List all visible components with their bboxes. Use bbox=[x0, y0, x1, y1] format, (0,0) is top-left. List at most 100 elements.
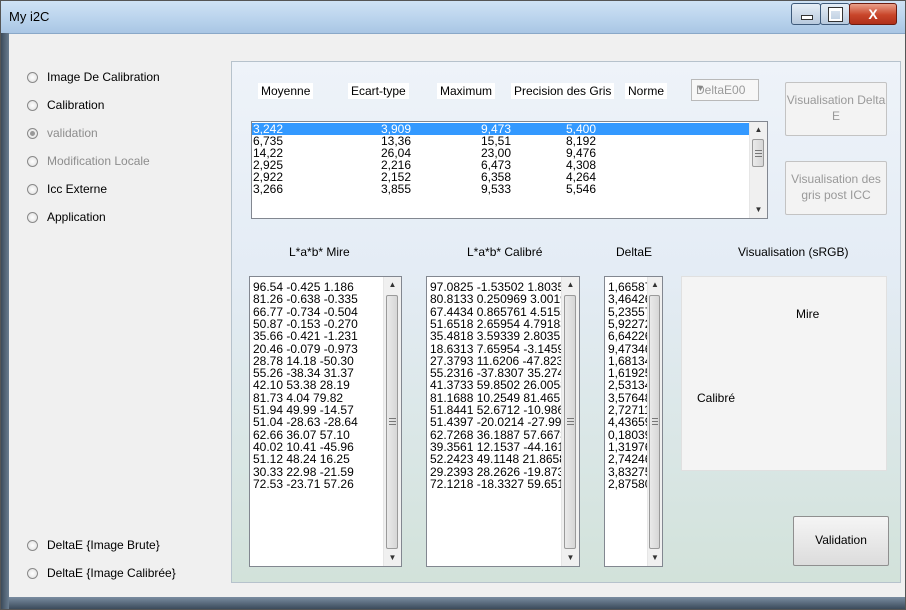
lab-mire-scrollbar[interactable]: ▲ ▼ bbox=[383, 277, 401, 566]
maximize-button[interactable] bbox=[820, 3, 850, 25]
window-frame-bottom bbox=[9, 597, 905, 609]
header-norme: Norme bbox=[625, 83, 668, 99]
radio-label: Image De Calibration bbox=[47, 70, 160, 84]
scroll-thumb[interactable] bbox=[649, 295, 660, 549]
header-ecart-type: Ecart-type bbox=[348, 83, 409, 99]
text-line: 3,57648 bbox=[608, 390, 652, 405]
stats-row[interactable]: 3,266 3,855 9,533 5,546 bbox=[252, 183, 750, 195]
text-line: 55.26 -38.34 31.37 bbox=[253, 366, 354, 381]
text-line: 2,72711 bbox=[608, 403, 651, 417]
stats-cell: 5,546 bbox=[566, 182, 597, 196]
app-window: My i2C X Image De Calibration Calibratio… bbox=[0, 0, 906, 610]
maximize-icon bbox=[828, 7, 843, 22]
text-line: 52.2423 49.1148 21.8658 bbox=[430, 452, 566, 467]
stats-cell: 9,533 bbox=[481, 182, 512, 196]
text-line: 40.02 10.41 -45.96 bbox=[253, 439, 354, 454]
text-line: 62.66 36.07 57.10 bbox=[253, 427, 350, 442]
radio-label: Modification Locale bbox=[47, 154, 150, 168]
text-line: 81.73 4.04 79.82 bbox=[253, 390, 344, 405]
radio-label: validation bbox=[47, 126, 98, 140]
minimize-button[interactable] bbox=[791, 3, 821, 25]
norme-select[interactable]: DeltaE00 ▼ bbox=[691, 79, 759, 101]
radio-icon bbox=[27, 539, 38, 551]
text-line: 51.04 -28.63 -28.64 bbox=[253, 415, 358, 430]
text-line: 55.2316 -37.8307 35.2743 bbox=[430, 366, 571, 381]
validation-button[interactable]: Validation bbox=[793, 516, 889, 566]
text-line: 39.3561 12.1537 -44.1615 bbox=[430, 439, 571, 454]
text-line: 51.8441 52.6712 -10.9864 bbox=[430, 403, 571, 417]
radio-icon bbox=[27, 211, 38, 223]
radio-icon bbox=[27, 71, 38, 83]
radio-modification-locale[interactable]: Modification Locale bbox=[27, 153, 150, 169]
text-line: 50.87 -0.153 -0.270 bbox=[253, 316, 358, 331]
scroll-thumb[interactable] bbox=[386, 295, 398, 549]
close-button[interactable]: X bbox=[849, 3, 897, 25]
text-line: 35.66 -0.421 -1.231 bbox=[253, 329, 358, 344]
visualisation-gris-post-icc-button[interactable]: Visualisation des gris post ICC bbox=[785, 161, 887, 215]
radio-icon bbox=[27, 127, 38, 139]
text-line: 67.4434 0.865761 4.51557 bbox=[430, 304, 574, 319]
text-line: 51.12 48.24 16.25 bbox=[253, 452, 350, 467]
radio-icon bbox=[27, 155, 38, 167]
text-line: 97.0825 -1.53502 1.8035 bbox=[430, 280, 565, 294]
radio-icc-externe[interactable]: Icc Externe bbox=[27, 181, 107, 197]
scroll-up-icon[interactable]: ▲ bbox=[384, 277, 401, 293]
text-line: 20.46 -0.079 -0.973 bbox=[253, 341, 358, 356]
text-line: 66.77 -0.734 -0.504 bbox=[253, 304, 358, 319]
text-line: 96.54 -0.425 1.186 bbox=[253, 280, 354, 294]
text-line: 2,53134 bbox=[608, 378, 652, 393]
radio-application[interactable]: Application bbox=[27, 209, 106, 225]
deltae-scrollbar[interactable]: ▲ ▼ bbox=[647, 277, 662, 566]
radio-calibration[interactable]: Calibration bbox=[27, 97, 104, 113]
text-line: 30.33 22.98 -21.59 bbox=[253, 464, 354, 479]
stats-scrollbar[interactable]: ▲ ▼ bbox=[749, 122, 767, 218]
text-line: 18.6313 7.65954 -3.14591 bbox=[430, 341, 571, 356]
radio-validation[interactable]: validation bbox=[27, 125, 98, 141]
validation-panel: Moyenne Ecart-type Maximum Precision des… bbox=[231, 61, 901, 583]
lab-calibre-scrollbar[interactable]: ▲ ▼ bbox=[561, 277, 579, 566]
scroll-thumb[interactable] bbox=[564, 295, 576, 549]
text-line: 3,46426 bbox=[608, 292, 652, 307]
text-line: 4,43659 bbox=[608, 415, 652, 430]
stats-cell: 3,855 bbox=[381, 182, 412, 196]
radio-image-de-calibration[interactable]: Image De Calibration bbox=[27, 69, 160, 85]
text-line: 62.7268 36.1887 57.6673 bbox=[430, 427, 567, 442]
header-precision-gris: Precision des Gris bbox=[511, 83, 615, 99]
stats-listbox[interactable]: 3,242 3,909 9,473 5,400 6,735 13,36 15,51 8,19… bbox=[251, 121, 768, 219]
scroll-down-icon[interactable]: ▼ bbox=[648, 550, 662, 566]
deltae-textbox[interactable]: 1,66587 3,46426 5,23557 5,92272 6,64226 9,473… bbox=[604, 276, 663, 567]
scroll-up-icon[interactable]: ▲ bbox=[562, 277, 579, 293]
text-line: 1,31976 bbox=[608, 439, 652, 454]
radio-label: Icc Externe bbox=[47, 182, 108, 196]
text-line: 41.3733 59.8502 26.0058 bbox=[430, 378, 567, 393]
visualisation-delta-e-button[interactable]: Visualisation Delta E bbox=[785, 82, 887, 136]
radio-label: DeltaE {Image Brute} bbox=[47, 538, 160, 552]
text-line: 51.6518 2.65954 4.79183 bbox=[430, 316, 567, 331]
radio-deltae-image-brute[interactable]: DeltaE {Image Brute} bbox=[27, 537, 160, 553]
title-bar[interactable]: My i2C X bbox=[1, 1, 905, 34]
viz-label-calibre: Calibré bbox=[697, 391, 736, 405]
radio-label: Application bbox=[47, 210, 106, 224]
scroll-down-icon[interactable]: ▼ bbox=[750, 202, 767, 218]
text-line: 9,47346 bbox=[608, 341, 652, 356]
scroll-down-icon[interactable]: ▼ bbox=[562, 550, 579, 566]
radio-deltae-image-calibree[interactable]: DeltaE {Image Calibrée} bbox=[27, 565, 176, 581]
scroll-up-icon[interactable]: ▲ bbox=[648, 277, 662, 293]
scroll-thumb[interactable] bbox=[752, 139, 764, 167]
radio-icon bbox=[27, 183, 38, 195]
radio-icon bbox=[27, 99, 38, 111]
text-line: 28.78 14.18 -50.30 bbox=[253, 353, 354, 368]
lab-mire-textbox[interactable]: 96.54 -0.425 1.186 81.26 -0.638 -0.335 66.… bbox=[249, 276, 402, 567]
viz-label-mire: Mire bbox=[796, 307, 820, 321]
text-line: 29.2393 28.2626 -19.8735 bbox=[430, 464, 571, 479]
text-line: 27.3793 11.6206 -47.823 bbox=[430, 353, 564, 368]
lab-calibre-textbox[interactable]: 97.0825 -1.53502 1.8035 80.8133 0.250969 … bbox=[426, 276, 580, 567]
scroll-down-icon[interactable]: ▼ bbox=[384, 550, 401, 566]
text-line: 6,64226 bbox=[608, 329, 652, 344]
scroll-up-icon[interactable]: ▲ bbox=[750, 122, 767, 138]
stats-cell: 3,266 bbox=[253, 182, 284, 196]
text-line: 2,74246 bbox=[608, 452, 652, 467]
text-line: 2,87580 bbox=[608, 476, 652, 491]
radio-icon bbox=[27, 567, 38, 579]
text-line: 81.26 -0.638 -0.335 bbox=[253, 292, 358, 307]
